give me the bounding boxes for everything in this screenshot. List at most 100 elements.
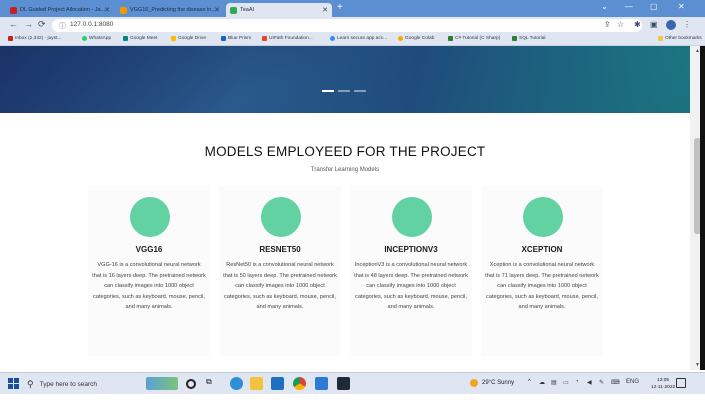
bookmark-item[interactable]: SQL Tutorial	[512, 36, 545, 41]
wifi-icon[interactable]: ◔	[575, 379, 579, 385]
model-description: ResNet50 is a convolutional neural netwo…	[223, 262, 337, 311]
bookmark-label: Google Drive	[178, 36, 206, 41]
bookmark-label: UiPath Foundation...	[269, 36, 313, 41]
tab-close-icon[interactable]: ✕	[104, 6, 110, 14]
google-meet-icon	[123, 36, 128, 41]
cortana-icon[interactable]	[186, 379, 196, 389]
model-description: VGG-16 is a convolutional neural network…	[92, 262, 206, 311]
menu-kebab-icon[interactable]: ⋮	[683, 20, 691, 29]
hero-carousel	[0, 46, 690, 113]
bookmarks-bar: Inbox (2,332) - jayst... WhatsApp Google…	[0, 34, 705, 46]
bookmark-label: Other bookmarks	[665, 36, 702, 41]
blue-prism-icon	[221, 36, 226, 41]
bookmark-item[interactable]: Google Drive	[171, 36, 206, 41]
bookmark-star-icon[interactable]: ☆	[617, 20, 624, 29]
forward-icon[interactable]: →	[24, 19, 33, 29]
search-highlight-icon[interactable]	[146, 377, 178, 390]
model-description: InceptionV3 is a convolutional neural ne…	[354, 262, 468, 311]
bookmark-label: Inbox (2,332) - jayst...	[15, 36, 62, 41]
windows-start-icon[interactable]	[8, 378, 19, 389]
weather-text: 29°C Sunny	[482, 380, 515, 386]
model-title: XCEPTION	[521, 245, 563, 254]
tab-label: VGG16_Predicting the disease in...	[130, 7, 216, 13]
google-drive-icon	[171, 36, 176, 41]
bookmark-label: WhatsApp	[89, 36, 112, 41]
reload-icon[interactable]: ⟳	[38, 19, 46, 30]
gmail-icon	[8, 36, 13, 41]
address-bar[interactable]: ⓘ 127.0.0.1:8080	[52, 19, 642, 32]
extensions-icon[interactable]: ✱	[634, 20, 641, 29]
weather-widget[interactable]: 29°C Sunny	[470, 379, 514, 387]
bookmark-item[interactable]: UiPath Foundation...	[262, 36, 313, 41]
tab-search-chevron-icon[interactable]: ⌄	[601, 2, 608, 11]
keyboard-icon[interactable]: ⌨	[611, 379, 620, 386]
bookmark-item[interactable]: WhatsApp	[82, 36, 111, 41]
screen: DL Guided Project Allocation - Ja... ✕ V…	[0, 0, 705, 411]
url-text: 127.0.0.1:8080	[70, 21, 114, 28]
windows-taskbar: ⚲ Type here to search ⧉ 29°C Sunny ^ ☁ ▤…	[0, 372, 705, 394]
model-card-inceptionv3: INCEPTIONV3 InceptionV3 is a convolution…	[350, 186, 472, 356]
restore-icon[interactable]: ▢	[650, 2, 658, 11]
taskbar-search[interactable]: ⚲ Type here to search	[27, 376, 139, 392]
gmail-favicon-icon	[10, 6, 17, 14]
share-icon[interactable]: ⇪	[604, 20, 611, 29]
back-icon[interactable]: ←	[9, 19, 18, 29]
bookmark-label: Blue Prism	[228, 36, 252, 41]
w3schools-icon	[448, 36, 453, 41]
tab-close-icon[interactable]: ✕	[214, 6, 220, 14]
network-icon[interactable]: ▤	[551, 379, 557, 386]
uipath-icon	[262, 36, 267, 41]
tab-label: TeaAI	[240, 7, 255, 13]
battery-icon[interactable]: ▭	[563, 379, 569, 386]
bookmark-item[interactable]: Blue Prism	[221, 36, 251, 41]
w3schools-icon	[512, 36, 517, 41]
chrome-icon[interactable]	[293, 377, 306, 390]
bookmark-item[interactable]: Inbox (2,332) - jayst...	[8, 36, 61, 41]
terminal-icon[interactable]	[337, 377, 350, 390]
notification-icon[interactable]	[676, 378, 686, 388]
colab-icon	[398, 36, 403, 41]
search-icon: ⚲	[27, 378, 34, 389]
carousel-indicator[interactable]	[354, 90, 366, 92]
task-view-icon[interactable]: ⧉	[206, 377, 212, 390]
onedrive-icon[interactable]: ☁	[539, 379, 545, 386]
model-card-xception: XCEPTION Xception is a convolutional neu…	[481, 186, 603, 356]
close-window-icon[interactable]: ✕	[678, 2, 685, 11]
model-title: RESNET50	[259, 245, 301, 254]
edge-icon[interactable]	[230, 377, 243, 390]
pen-icon[interactable]: ✎	[599, 379, 604, 386]
bookmark-label: C# Tutorial (C Sharp)	[455, 36, 501, 41]
vscode-icon[interactable]	[315, 377, 328, 390]
section-subheading: Transfer Learning Models	[310, 167, 380, 173]
bookmark-item[interactable]: C# Tutorial (C Sharp)	[448, 36, 500, 41]
browser-toolbar: ← → ⟳ ⓘ 127.0.0.1:8080 ⇪ ☆ ✱ ▣ ⋮	[0, 17, 705, 34]
carousel-indicator[interactable]	[338, 90, 350, 92]
file-explorer-icon[interactable]	[250, 377, 263, 390]
bookmark-item[interactable]: Learn secure app acc...	[330, 36, 387, 41]
taskbar-clock[interactable]: 13:05 12-11-2022	[651, 377, 675, 391]
bookmark-label: Google Meet	[130, 36, 158, 41]
tab-close-icon[interactable]: ✕	[322, 6, 328, 14]
new-tab-icon[interactable]: +	[337, 2, 343, 13]
hero-overlay	[0, 46, 690, 113]
other-bookmarks[interactable]: Other bookmarks	[658, 36, 702, 41]
minimize-icon[interactable]: —	[625, 2, 633, 11]
tab-vgg16-predicting[interactable]: VGG16_Predicting the disease in... ✕	[116, 3, 224, 17]
language-indicator[interactable]: ENG	[626, 379, 639, 385]
sidebar-icon[interactable]: ▣	[650, 20, 658, 29]
clock-date: 12-11-2022	[651, 385, 676, 390]
bookmark-item[interactable]: Google Meet	[123, 36, 157, 41]
tab-teaai[interactable]: TeaAI ✕	[226, 3, 332, 17]
model-title: VGG16	[135, 245, 163, 254]
whatsapp-icon	[82, 36, 87, 41]
mail-icon[interactable]	[271, 377, 284, 390]
tab-dl-guided-project[interactable]: DL Guided Project Allocation - Ja... ✕	[6, 3, 114, 17]
tray-chevron-icon[interactable]: ^	[528, 379, 531, 385]
volume-icon[interactable]: ◀	[587, 379, 592, 386]
profile-avatar[interactable]	[666, 20, 676, 30]
site-info-icon[interactable]: ⓘ	[59, 21, 66, 31]
bookmark-item[interactable]: Google Colab	[398, 36, 434, 41]
model-circle-icon	[261, 197, 301, 237]
carousel-indicator[interactable]	[322, 90, 334, 92]
search-placeholder: Type here to search	[39, 380, 98, 388]
